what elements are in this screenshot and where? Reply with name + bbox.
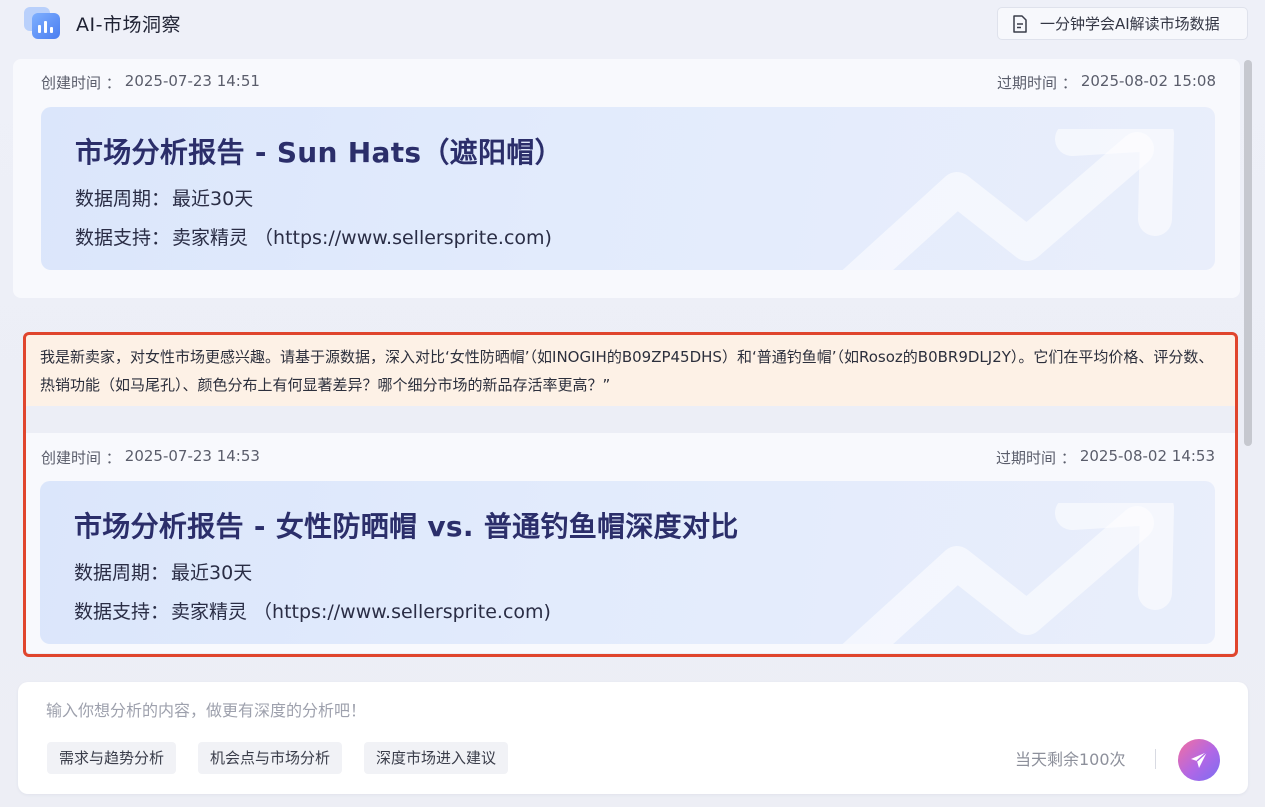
- divider: [1155, 749, 1156, 769]
- report-block: 创建时间 ： 2025-07-23 14:51 过期时间 ： 2025-08-0…: [13, 59, 1240, 298]
- data-period: 数据周期： 最近30天: [75, 188, 254, 210]
- expire-time-value: 2025-08-02 15:08: [1080, 71, 1216, 90]
- app-header: AI-市场洞察 一分钟学会AI解读市场数据: [0, 0, 1265, 48]
- expire-time: 过期时间 ： 2025-08-02 15:08: [997, 71, 1216, 92]
- document-icon: [1013, 14, 1027, 33]
- report-meta: 创建时间 ： 2025-07-23 14:51 过期时间 ： 2025-08-0…: [41, 71, 1216, 93]
- trend-arrow-icon: [842, 129, 1174, 270]
- report-title: 市场分析报告 - Sun Hats（遮阳帽）: [75, 136, 563, 169]
- guide-button[interactable]: 一分钟学会AI解读市场数据: [997, 7, 1248, 40]
- report-card[interactable]: 市场分析报告 - Sun Hats（遮阳帽） 数据周期： 最近30天 数据支持：卖…: [41, 107, 1215, 270]
- analysis-input[interactable]: [46, 698, 946, 722]
- scrollbar-thumb[interactable]: [1244, 60, 1252, 446]
- created-time-value: 2025-07-23 14:51: [124, 71, 260, 90]
- data-source: 数据支持： 卖家精灵 （https://www.sellersprite.com): [75, 227, 552, 249]
- selection-highlight: [23, 332, 1238, 657]
- created-time: 创建时间 ： 2025-07-23 14:51: [41, 71, 260, 92]
- input-panel: 需求与趋势分析 机会点与市场分析 深度市场进入建议 当天剩余100次: [18, 682, 1248, 794]
- chip-opportunity-market[interactable]: 机会点与市场分析: [198, 742, 343, 774]
- send-button[interactable]: [1178, 739, 1220, 781]
- chip-market-entry[interactable]: 深度市场进入建议: [364, 742, 509, 774]
- chip-demand-trend[interactable]: 需求与趋势分析: [47, 742, 177, 774]
- data-period-value: 最近30天: [172, 188, 254, 210]
- remaining-count: 当天剩余100次: [1015, 750, 1126, 769]
- guide-button-label: 一分钟学会AI解读市场数据: [1040, 15, 1220, 33]
- data-source-value: 卖家精灵 （https://www.sellersprite.com): [172, 227, 552, 249]
- paper-plane-icon: [1191, 751, 1208, 768]
- app-logo-icon: [24, 7, 60, 39]
- app-title: AI-市场洞察: [76, 14, 181, 36]
